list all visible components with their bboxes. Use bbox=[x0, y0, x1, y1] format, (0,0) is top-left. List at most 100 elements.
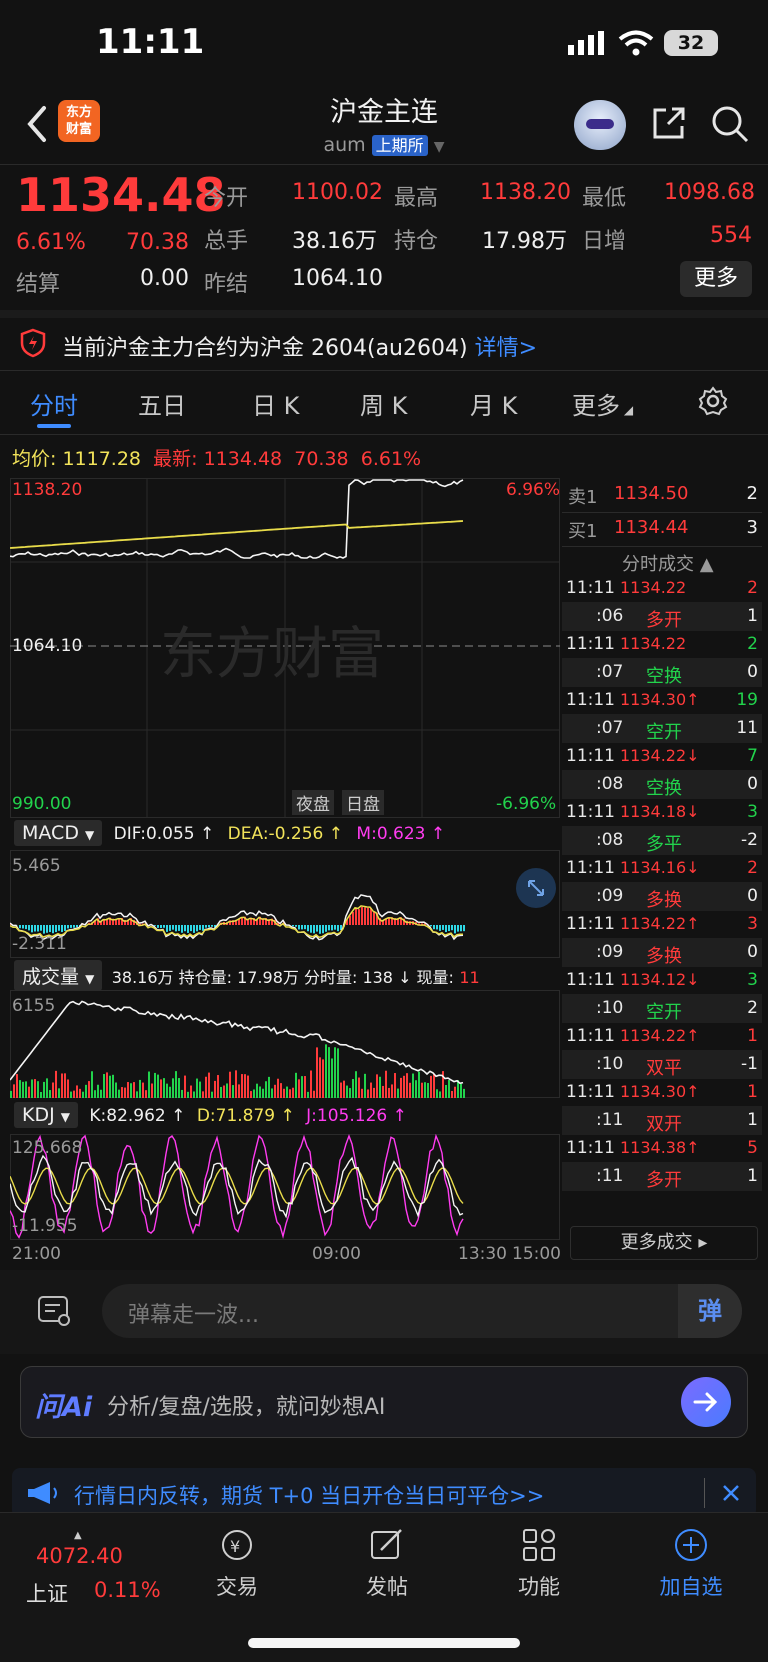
volume-bar bbox=[433, 1073, 435, 1098]
volume-bar bbox=[103, 1074, 105, 1098]
trade-row: 11:11 1134.18↓ 3 bbox=[566, 802, 758, 822]
trade-list: 11:11 1134.22 2:06 多开 1 11:11 1134.22 2:07 空换 0 11… bbox=[562, 574, 762, 1194]
ai-brand: 问Ai bbox=[35, 1392, 93, 1423]
macd-bar bbox=[181, 925, 183, 933]
volume-chart[interactable] bbox=[10, 990, 560, 1098]
ai-submit-button[interactable] bbox=[681, 1377, 731, 1427]
volume-bar bbox=[16, 1074, 18, 1098]
notice-bar[interactable]: 当前沪金主力合约为沪金 2604(au2604) 详情> bbox=[0, 318, 768, 368]
nav-trade[interactable]: ¥ 交易 bbox=[182, 1526, 292, 1601]
volume-bar bbox=[223, 1085, 225, 1098]
trade-row: :08 空换 0 bbox=[562, 770, 762, 799]
tab-five-day[interactable]: 五日 bbox=[138, 386, 186, 421]
macd-bar bbox=[301, 925, 303, 930]
trades-title[interactable]: 分时成交 ▲ bbox=[622, 550, 714, 576]
volume-bar bbox=[454, 1086, 456, 1098]
volume-bar bbox=[55, 1070, 57, 1098]
x-axis-label-3: 15:00 bbox=[512, 1244, 561, 1264]
volume-bar bbox=[316, 1047, 318, 1098]
price-chart[interactable]: 东方财富 bbox=[10, 478, 560, 818]
danmu-settings-icon[interactable] bbox=[36, 1292, 72, 1328]
volume-bar bbox=[409, 1082, 411, 1098]
volume-bar bbox=[235, 1070, 237, 1098]
macd-bar bbox=[160, 925, 162, 929]
close-icon[interactable] bbox=[720, 1482, 742, 1504]
volume-bar bbox=[64, 1073, 66, 1098]
macd-bar bbox=[187, 925, 189, 933]
macd-bar bbox=[190, 925, 192, 932]
volume-bar bbox=[259, 1086, 261, 1098]
gear-icon[interactable] bbox=[698, 386, 728, 416]
ai-robot-icon[interactable] bbox=[574, 100, 626, 150]
ai-assistant-bar[interactable]: 问Ai 分析/复盘/选股，就问妙想AI bbox=[20, 1366, 748, 1438]
macd-bar bbox=[433, 925, 435, 930]
macd-bar bbox=[313, 925, 315, 934]
x-axis-label-2: 13:30 bbox=[458, 1244, 507, 1264]
prev-settle-value: 1064.10 bbox=[292, 266, 383, 291]
volume-bar bbox=[334, 1047, 336, 1098]
search-icon[interactable] bbox=[710, 104, 750, 144]
volume-selector[interactable]: 成交量 ▼ bbox=[14, 960, 103, 991]
watermark: 东方财富 bbox=[160, 622, 384, 687]
danmu-input[interactable]: 弹幕走一波... 弹 bbox=[102, 1284, 742, 1338]
macd-chart[interactable] bbox=[10, 850, 560, 958]
volume-bar bbox=[88, 1081, 90, 1098]
share-icon[interactable] bbox=[650, 104, 688, 142]
tab-monthly-k[interactable]: 月 K bbox=[470, 386, 517, 421]
tab-weekly-k[interactable]: 周 K bbox=[360, 386, 407, 421]
daily-inc-value: 554 bbox=[710, 223, 752, 248]
index-ticker[interactable]: ▲ 4072.40 上证 0.11% bbox=[18, 1530, 168, 1606]
kdj-chart[interactable] bbox=[10, 1134, 560, 1240]
macd-bar bbox=[169, 925, 171, 931]
volume-bar bbox=[19, 1080, 21, 1098]
volume-bar bbox=[373, 1087, 375, 1098]
volume-bar bbox=[448, 1080, 450, 1098]
volume-bar bbox=[31, 1079, 33, 1098]
macd-bar bbox=[70, 925, 72, 928]
index-name: 上证 bbox=[26, 1582, 68, 1606]
more-quote-button[interactable]: 更多 bbox=[680, 261, 752, 297]
oi-label: 持仓 bbox=[394, 229, 439, 254]
kdj-selector[interactable]: KDJ ▼ bbox=[14, 1102, 78, 1128]
volume-bar bbox=[337, 1048, 339, 1098]
macd-bar bbox=[205, 925, 207, 928]
volume-bar bbox=[112, 1074, 114, 1098]
volume-bar bbox=[199, 1081, 201, 1098]
daily-inc-label: 日增 bbox=[582, 229, 627, 254]
session-night-label: 夜盘 bbox=[292, 790, 334, 815]
volume-bar bbox=[238, 1084, 240, 1098]
nav-add-watchlist[interactable]: 加自选 bbox=[636, 1526, 746, 1601]
expand-chart-button[interactable] bbox=[516, 868, 556, 908]
volume-bar bbox=[388, 1087, 390, 1098]
volume-bar bbox=[286, 1086, 288, 1098]
promo-banner[interactable]: 行情日内反转，期货 T+0 当日开仓当日可平仓>> bbox=[12, 1468, 756, 1518]
last-price-chart: 1134.48 bbox=[203, 448, 283, 470]
trade-row: :06 多开 1 bbox=[562, 602, 762, 631]
tab-intraday[interactable]: 分时 bbox=[30, 386, 78, 421]
bid-row: 买1 1134.44 3 bbox=[568, 517, 758, 542]
macd-bar bbox=[355, 908, 357, 925]
volume-bar bbox=[460, 1083, 462, 1098]
macd-bar bbox=[40, 925, 42, 931]
settle-label: 结算 bbox=[16, 272, 61, 297]
danmu-send-button[interactable]: 弹 bbox=[678, 1284, 742, 1338]
danmu-placeholder: 弹幕走一波... bbox=[128, 1303, 259, 1328]
notice-detail-link[interactable]: 详情> bbox=[475, 336, 537, 361]
volume-bar bbox=[331, 1058, 333, 1098]
nav-post[interactable]: 发帖 bbox=[332, 1526, 442, 1601]
macd-bar bbox=[439, 925, 441, 931]
macd-bar bbox=[34, 925, 36, 932]
nav-functions[interactable]: 功能 bbox=[484, 1526, 594, 1601]
volume-bar bbox=[220, 1086, 222, 1098]
grid-icon bbox=[523, 1529, 555, 1561]
macd-y-top: 5.465 bbox=[12, 856, 61, 876]
volume-bar bbox=[253, 1089, 255, 1098]
volume-bar bbox=[49, 1090, 51, 1098]
tab-more[interactable]: 更多 ◢ bbox=[572, 386, 633, 421]
trade-row: 11:11 1134.38↑ 5 bbox=[566, 1138, 758, 1158]
volume-bar bbox=[343, 1080, 345, 1098]
more-trades-button[interactable]: 更多成交 ▸ bbox=[570, 1226, 758, 1260]
macd-selector[interactable]: MACD ▼ bbox=[14, 820, 103, 846]
volume-bar bbox=[244, 1074, 246, 1098]
tab-daily-k[interactable]: 日 K bbox=[252, 386, 299, 421]
